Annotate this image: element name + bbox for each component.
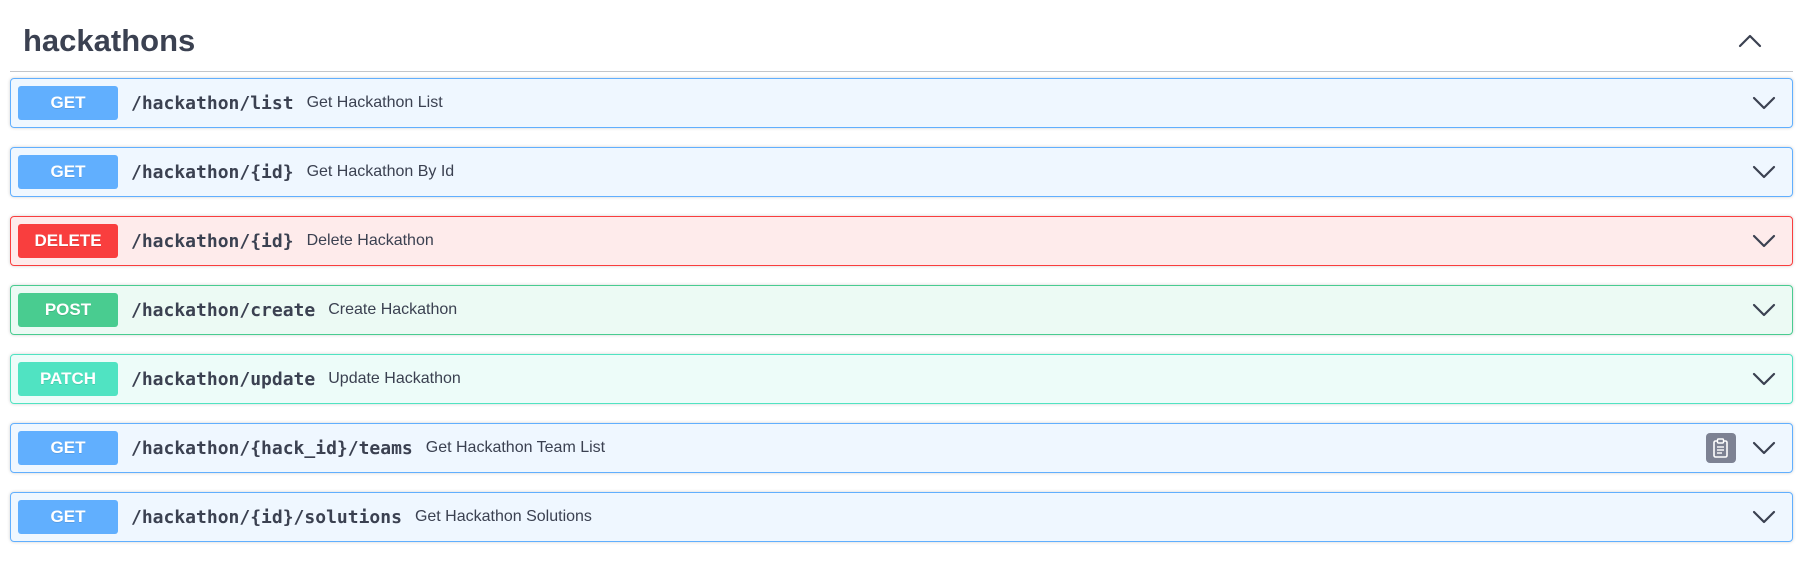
- chevron-down-icon: [1752, 96, 1776, 110]
- method-badge: PATCH: [18, 362, 118, 396]
- operation-get-hackathon-list[interactable]: GET /hackathon/list Get Hackathon List: [10, 78, 1793, 128]
- chevron-down-icon: [1752, 303, 1776, 317]
- operation-summary: Get Hackathon Solutions: [414, 508, 592, 525]
- tag-title: hackathons: [23, 22, 196, 58]
- operation-summary: Get Hackathon List: [306, 94, 443, 111]
- operation-delete-hackathon[interactable]: DELETE /hackathon/{id} Delete Hackathon: [10, 216, 1793, 266]
- tag-header[interactable]: hackathons: [10, 10, 1793, 72]
- operation-update-hackathon[interactable]: PATCH /hackathon/update Update Hackathon: [10, 354, 1793, 404]
- chevron-up-icon: [1738, 34, 1762, 47]
- chevron-down-icon: [1752, 372, 1776, 386]
- operation-summary: Get Hackathon Team List: [425, 439, 606, 456]
- operations-list: GET /hackathon/list Get Hackathon List G…: [10, 78, 1793, 542]
- method-badge: GET: [18, 431, 118, 465]
- operation-get-hackathon-by-id[interactable]: GET /hackathon/{id} Get Hackathon By Id: [10, 147, 1793, 197]
- operation-summary: Update Hackathon: [328, 370, 461, 387]
- chevron-down-icon: [1752, 234, 1776, 248]
- expand-button[interactable]: [1746, 361, 1782, 397]
- method-badge: GET: [18, 500, 118, 534]
- chevron-down-icon: [1752, 165, 1776, 179]
- copy-button[interactable]: [1706, 433, 1736, 463]
- expand-button[interactable]: [1746, 499, 1782, 535]
- collapse-button[interactable]: [1730, 21, 1770, 61]
- copy-to-clipboard-icon: [1713, 438, 1728, 458]
- operation-path: /hackathon/create: [131, 299, 316, 321]
- operation-path: /hackathon/{hack_id}/teams: [131, 437, 413, 459]
- operation-get-hackathon-team-list[interactable]: GET /hackathon/{hack_id}/teams Get Hacka…: [10, 423, 1793, 473]
- method-badge: GET: [18, 155, 118, 189]
- operation-path: /hackathon/{id}: [131, 161, 294, 183]
- operation-path: /hackathon/update: [131, 368, 316, 390]
- expand-button[interactable]: [1746, 154, 1782, 190]
- tag-section-hackathons: hackathons GET /hackathon/list Get Hacka…: [10, 10, 1793, 561]
- chevron-down-icon: [1752, 510, 1776, 524]
- method-badge: DELETE: [18, 224, 118, 258]
- operation-summary: Delete Hackathon: [306, 232, 434, 249]
- expand-button[interactable]: [1746, 85, 1782, 121]
- method-badge: GET: [18, 86, 118, 120]
- operation-path: /hackathon/{id}: [131, 230, 294, 252]
- operation-summary: Create Hackathon: [328, 301, 458, 318]
- operation-summary: Get Hackathon By Id: [306, 163, 455, 180]
- expand-button[interactable]: [1746, 223, 1782, 259]
- operation-path: /hackathon/list: [131, 92, 294, 114]
- operation-create-hackathon[interactable]: POST /hackathon/create Create Hackathon: [10, 285, 1793, 335]
- expand-button[interactable]: [1746, 292, 1782, 328]
- expand-button[interactable]: [1746, 430, 1782, 466]
- operation-path: /hackathon/{id}/solutions: [131, 506, 402, 528]
- method-badge: POST: [18, 293, 118, 327]
- chevron-down-icon: [1752, 441, 1776, 455]
- operation-get-hackathon-solutions[interactable]: GET /hackathon/{id}/solutions Get Hackat…: [10, 492, 1793, 542]
